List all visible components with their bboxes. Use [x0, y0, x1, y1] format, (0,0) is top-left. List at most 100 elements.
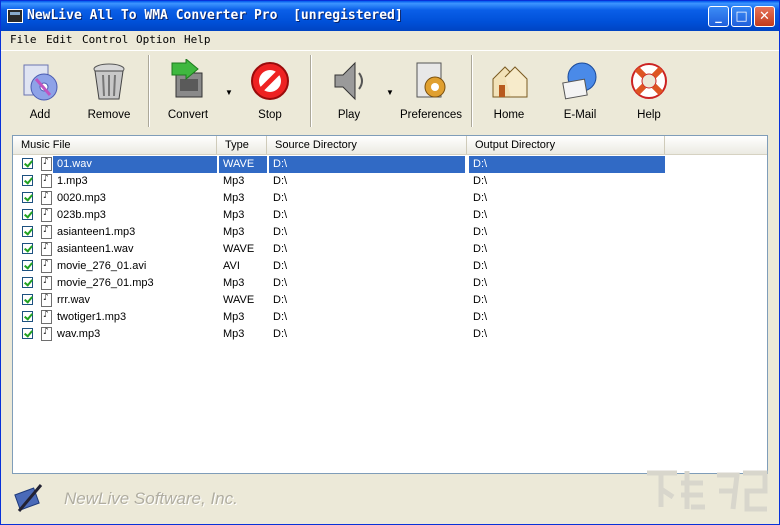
file-type: WAVE — [223, 294, 255, 306]
list-item[interactable]: asianteen1.wav WAVE D:\ D:\ — [13, 241, 767, 258]
row-checkbox[interactable] — [22, 226, 33, 237]
output-directory: D:\ — [473, 175, 488, 187]
row-checkbox[interactable] — [22, 192, 33, 203]
add-button[interactable]: Add — [10, 57, 70, 127]
file-type: AVI — [223, 260, 240, 272]
play-button[interactable]: Play — [319, 57, 379, 127]
audio-file-icon — [41, 225, 52, 239]
preferences-button[interactable]: Preferences — [400, 57, 462, 127]
list-header: Music File Type Source Directory Output … — [13, 136, 767, 155]
list-item[interactable]: 0020.mp3 Mp3 D:\ D:\ — [13, 190, 767, 207]
row-checkbox[interactable] — [22, 158, 33, 169]
menu-control[interactable]: Control — [82, 33, 128, 46]
list-item[interactable]: rrr.wav WAVE D:\ D:\ — [13, 292, 767, 309]
preferences-label: Preferences — [399, 109, 462, 121]
menu-help[interactable]: Help — [184, 33, 211, 46]
list-item[interactable]: twotiger1.mp3 Mp3 D:\ D:\ — [13, 309, 767, 326]
file-type: Mp3 — [223, 209, 245, 221]
output-directory: D:\ — [473, 277, 488, 289]
audio-file-icon — [41, 191, 52, 205]
output-directory: D:\ — [473, 311, 488, 323]
home-label: Home — [493, 109, 525, 121]
menu-bar: File Edit Control Option Help — [1, 31, 779, 50]
file-name: asianteen1.wav — [57, 243, 134, 255]
column-output-directory[interactable]: Output Directory — [467, 136, 665, 154]
column-type[interactable]: Type — [217, 136, 267, 154]
convert-dropdown-icon[interactable]: ▼ — [225, 88, 233, 97]
row-checkbox[interactable] — [22, 175, 33, 186]
file-type: Mp3 — [223, 175, 245, 187]
file-name: movie_276_01.avi — [57, 260, 147, 272]
output-directory: D:\ — [473, 209, 488, 221]
list-item[interactable]: movie_276_01.mp3 Mp3 D:\ D:\ — [13, 275, 767, 292]
brand-text: NewLive Software, Inc. — [64, 489, 238, 508]
minimize-button[interactable]: _ — [708, 6, 729, 27]
column-source-directory[interactable]: Source Directory — [267, 136, 467, 154]
menu-edit[interactable]: Edit — [46, 33, 73, 46]
maximize-button[interactable]: □ — [731, 6, 752, 27]
menu-file[interactable]: File — [10, 33, 37, 46]
menu-option[interactable]: Option — [136, 33, 176, 46]
source-directory: D:\ — [273, 311, 288, 323]
email-button[interactable]: E-Mail — [550, 57, 610, 127]
audio-file-icon — [41, 208, 52, 222]
audio-file-icon — [41, 259, 52, 273]
source-directory: D:\ — [273, 243, 288, 255]
play-dropdown-icon[interactable]: ▼ — [386, 88, 394, 97]
audio-file-icon — [41, 174, 52, 188]
file-type: Mp3 — [223, 226, 245, 238]
source-directory: D:\ — [273, 192, 288, 204]
list-item[interactable]: movie_276_01.avi AVI D:\ D:\ — [13, 258, 767, 275]
list-item[interactable]: asianteen1.mp3 Mp3 D:\ D:\ — [13, 224, 767, 241]
music-file-list[interactable]: Music File Type Source Directory Output … — [12, 135, 768, 474]
list-item[interactable]: 1.mp3 Mp3 D:\ D:\ — [13, 173, 767, 190]
audio-file-icon — [41, 310, 52, 324]
home-icon — [492, 66, 528, 98]
site-watermark — [647, 470, 768, 512]
row-checkbox[interactable] — [22, 209, 33, 220]
file-type: WAVE — [219, 156, 267, 173]
app-icon[interactable] — [7, 9, 23, 23]
file-name: twotiger1.mp3 — [57, 311, 127, 323]
convert-label: Convert — [167, 109, 209, 121]
email-label: E-Mail — [563, 109, 597, 121]
output-directory: D:\ — [473, 294, 488, 306]
file-type: Mp3 — [223, 192, 245, 204]
help-button[interactable]: Help — [619, 57, 679, 127]
file-name: asianteen1.mp3 — [57, 226, 136, 238]
row-checkbox[interactable] — [22, 311, 33, 322]
output-directory: D:\ — [473, 226, 488, 238]
output-directory: D:\ — [473, 328, 488, 340]
remove-button[interactable]: Remove — [79, 57, 139, 127]
stop-button[interactable]: Stop — [240, 57, 300, 127]
title-bar[interactable]: NewLive All To WMA Converter Pro [unregi… — [1, 1, 779, 31]
lifebuoy-icon — [631, 63, 667, 99]
row-checkbox[interactable] — [22, 328, 33, 339]
home-button[interactable]: Home — [479, 57, 539, 127]
list-item[interactable]: 023b.mp3 Mp3 D:\ D:\ — [13, 207, 767, 224]
file-name: 023b.mp3 — [57, 209, 106, 221]
audio-file-icon — [41, 293, 52, 307]
file-name: wav.mp3 — [57, 328, 101, 340]
list-item[interactable]: 01.wavWAVED:\D:\ — [13, 156, 767, 173]
file-type: Mp3 — [223, 277, 245, 289]
source-directory: D:\ — [273, 294, 288, 306]
source-directory: D:\ — [269, 156, 465, 173]
audio-file-icon — [41, 327, 52, 341]
column-music-file[interactable]: Music File — [13, 136, 217, 154]
file-name: rrr.wav — [57, 294, 90, 306]
row-checkbox[interactable] — [22, 260, 33, 271]
close-button[interactable]: ✕ — [754, 6, 775, 27]
stop-icon — [251, 62, 289, 100]
audio-file-icon — [41, 242, 52, 256]
audio-file-icon — [41, 157, 52, 171]
row-checkbox[interactable] — [22, 294, 33, 305]
convert-button[interactable]: Convert — [158, 57, 218, 127]
preferences-icon — [416, 62, 446, 98]
row-checkbox[interactable] — [22, 243, 33, 254]
add-icon — [23, 64, 58, 101]
file-type: Mp3 — [223, 328, 245, 340]
row-checkbox[interactable] — [22, 277, 33, 288]
email-icon — [562, 62, 597, 100]
list-item[interactable]: wav.mp3 Mp3 D:\ D:\ — [13, 326, 767, 343]
